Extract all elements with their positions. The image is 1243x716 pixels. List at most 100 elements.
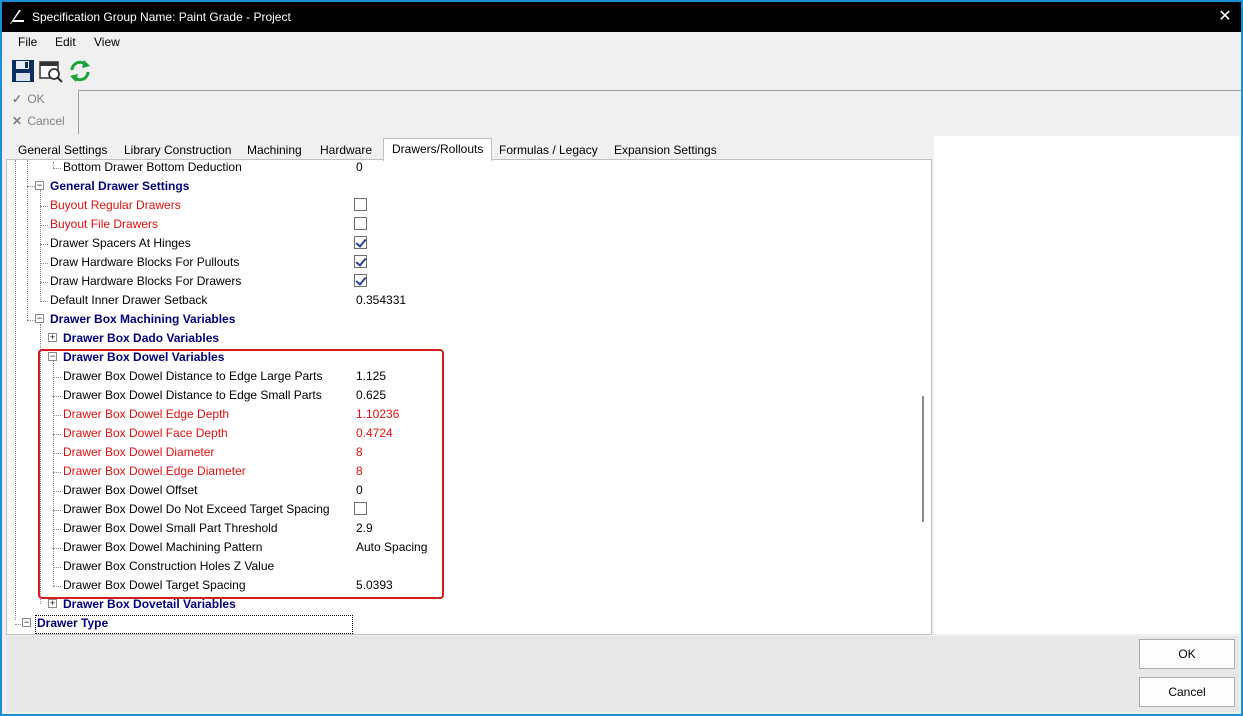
prop-value[interactable]: 0 [356, 160, 363, 174]
checkbox[interactable] [354, 502, 367, 515]
prop-row-draw-hardware-blocks-drawers[interactable]: Draw Hardware Blocks For Drawers [7, 272, 915, 291]
print-preview-icon[interactable] [38, 58, 64, 84]
prop-row-dowel-distance-large[interactable]: Drawer Box Dowel Distance to Edge Large … [7, 367, 915, 386]
collapse-icon[interactable]: − [48, 352, 57, 361]
prop-row-bottom-drawer-bottom-deduction[interactable]: Bottom Drawer Bottom Deduction 0 [7, 160, 915, 177]
prop-value[interactable]: 5.0393 [356, 578, 393, 592]
prop-row-dowel-target-spacing[interactable]: Drawer Box Dowel Target Spacing 5.0393 [7, 576, 915, 595]
expand-icon[interactable]: + [48, 333, 57, 342]
prop-value[interactable]: 0.354331 [356, 293, 406, 307]
specification-group-window: Specification Group Name: Paint Grade - … [0, 0, 1243, 716]
prop-label: Drawer Box Construction Holes Z Value [63, 559, 275, 573]
prop-value[interactable]: Auto Spacing [356, 540, 427, 554]
category-drawer-box-dado-variables[interactable]: + Drawer Box Dado Variables [7, 329, 915, 348]
tab-library-construction[interactable]: Library Construction [116, 140, 239, 160]
ok-button[interactable]: OK [1139, 639, 1235, 669]
prop-value[interactable]: 8 [356, 445, 363, 459]
category-drawer-box-dovetail-variables[interactable]: + Drawer Box Dovetail Variables [7, 595, 915, 614]
category-general-drawer-settings[interactable]: − General Drawer Settings [7, 177, 915, 196]
vertical-scrollbar[interactable] [914, 160, 931, 634]
prop-row-default-inner-drawer-setback[interactable]: Default Inner Drawer Setback 0.354331 [7, 291, 915, 310]
prop-row-dowel-distance-small[interactable]: Drawer Box Dowel Distance to Edge Small … [7, 386, 915, 405]
quick-action-panel: ✓ OK ✕ Cancel [6, 88, 78, 134]
x-icon: ✕ [11, 114, 23, 128]
drawers-tab-panel: Bottom Drawer Bottom Deduction 0 − Gener… [6, 159, 932, 635]
tab-expansion-settings[interactable]: Expansion Settings [606, 140, 725, 160]
tab-drawers-rollouts[interactable]: Drawers/Rollouts [383, 138, 493, 161]
tab-hardware[interactable]: Hardware [312, 140, 380, 160]
expand-icon[interactable]: + [48, 599, 57, 608]
prop-label: Drawer Box Dowel Edge Diameter [63, 464, 246, 478]
category-label: Drawer Box Machining Variables [50, 312, 236, 326]
prop-value[interactable]: 1.10236 [356, 407, 399, 421]
prop-value[interactable]: 1.125 [356, 369, 386, 383]
menu-edit[interactable]: Edit [55, 35, 76, 49]
checkbox[interactable] [354, 217, 367, 230]
prop-row-dowel-offset[interactable]: Drawer Box Dowel Offset 0 [7, 481, 915, 500]
category-label: Drawer Box Dowel Variables [63, 350, 225, 364]
prop-row-dowel-diameter[interactable]: Drawer Box Dowel Diameter 8 [7, 443, 915, 462]
prop-value[interactable]: 0.4724 [356, 426, 393, 440]
prop-value[interactable]: 2.9 [356, 521, 373, 535]
checkbox[interactable] [354, 236, 367, 249]
prop-row-dowel-face-depth[interactable]: Drawer Box Dowel Face Depth 0.4724 [7, 424, 915, 443]
tab-machining[interactable]: Machining [239, 140, 310, 160]
prop-label: Drawer Box Dowel Small Part Threshold [63, 521, 278, 535]
menu-file[interactable]: File [18, 35, 37, 49]
prop-row-dowel-small-part-threshold[interactable]: Drawer Box Dowel Small Part Threshold 2.… [7, 519, 915, 538]
category-label: Drawer Type [37, 616, 109, 630]
checkbox[interactable] [354, 255, 367, 268]
property-grid[interactable]: Bottom Drawer Bottom Deduction 0 − Gener… [7, 160, 915, 634]
prop-row-drawer-spacers-at-hinges[interactable]: Drawer Spacers At Hinges [7, 234, 915, 253]
prop-row-buyout-file-drawers[interactable]: Buyout File Drawers [7, 215, 915, 234]
prop-row-dowel-machining-pattern[interactable]: Drawer Box Dowel Machining Pattern Auto … [7, 538, 915, 557]
checkbox[interactable] [354, 274, 367, 287]
prop-row-dowel-edge-depth[interactable]: Drawer Box Dowel Edge Depth 1.10236 [7, 405, 915, 424]
quick-ok-button[interactable]: ✓ OK [10, 92, 45, 112]
collapse-icon[interactable]: − [35, 314, 44, 323]
close-icon[interactable]: ✕ [1215, 7, 1235, 27]
prop-label: Buyout File Drawers [50, 217, 159, 231]
prop-label: Drawer Box Dowel Edge Depth [63, 407, 230, 421]
prop-row-construction-holes-z[interactable]: Drawer Box Construction Holes Z Value [7, 557, 915, 576]
prop-value[interactable]: 0 [356, 483, 363, 497]
collapse-icon[interactable]: − [35, 181, 44, 190]
description-pane [934, 136, 1241, 634]
prop-label: Drawer Spacers At Hinges [50, 236, 191, 250]
title-bar: Specification Group Name: Paint Grade - … [2, 2, 1241, 32]
quick-ok-label: OK [27, 92, 45, 106]
prop-row-dowel-edge-diameter[interactable]: Drawer Box Dowel Edge Diameter 8 [7, 462, 915, 481]
tab-strip: General Settings Library Construction Ma… [6, 138, 932, 161]
cancel-button[interactable]: Cancel [1139, 677, 1235, 707]
prop-label: Drawer Box Dowel Machining Pattern [63, 540, 263, 554]
prop-label: Default Inner Drawer Setback [50, 293, 208, 307]
refresh-icon[interactable] [67, 58, 93, 84]
prop-row-draw-hardware-blocks-pullouts[interactable]: Draw Hardware Blocks For Pullouts [7, 253, 915, 272]
category-drawer-box-machining-variables[interactable]: − Drawer Box Machining Variables [7, 310, 915, 329]
save-icon[interactable] [10, 58, 36, 84]
prop-value[interactable]: 8 [356, 464, 363, 478]
header-panel [78, 90, 1241, 134]
prop-label: Drawer Box Dowel Distance to Edge Small … [63, 388, 322, 402]
prop-label: Drawer Box Dowel Target Spacing [63, 578, 246, 592]
check-icon: ✓ [11, 92, 23, 106]
menu-view[interactable]: View [94, 35, 120, 49]
checkbox[interactable] [354, 198, 367, 211]
prop-row-dowel-do-not-exceed[interactable]: Drawer Box Dowel Do Not Exceed Target Sp… [7, 500, 915, 519]
prop-label: Draw Hardware Blocks For Pullouts [50, 255, 240, 269]
category-drawer-type[interactable]: − Drawer Type [7, 614, 915, 633]
prop-label: Drawer Box Dowel Offset [63, 483, 198, 497]
prop-row-buyout-regular-drawers[interactable]: Buyout Regular Drawers [7, 196, 915, 215]
quick-cancel-button[interactable]: ✕ Cancel [10, 114, 65, 134]
tab-formulas-legacy[interactable]: Formulas / Legacy [491, 140, 606, 160]
prop-label: Drawer Box Dowel Diameter [63, 445, 215, 459]
menu-bar: File Edit View [2, 32, 1241, 52]
prop-value[interactable]: 0.625 [356, 388, 386, 402]
tab-general-settings[interactable]: General Settings [10, 140, 115, 160]
scrollbar-thumb[interactable] [922, 396, 924, 522]
category-drawer-box-dowel-variables[interactable]: − Drawer Box Dowel Variables [7, 348, 915, 367]
app-logo-icon [10, 10, 24, 24]
collapse-icon[interactable]: − [22, 618, 31, 627]
window-title: Specification Group Name: Paint Grade - … [32, 10, 291, 24]
category-label: Drawer Box Dado Variables [63, 331, 220, 345]
